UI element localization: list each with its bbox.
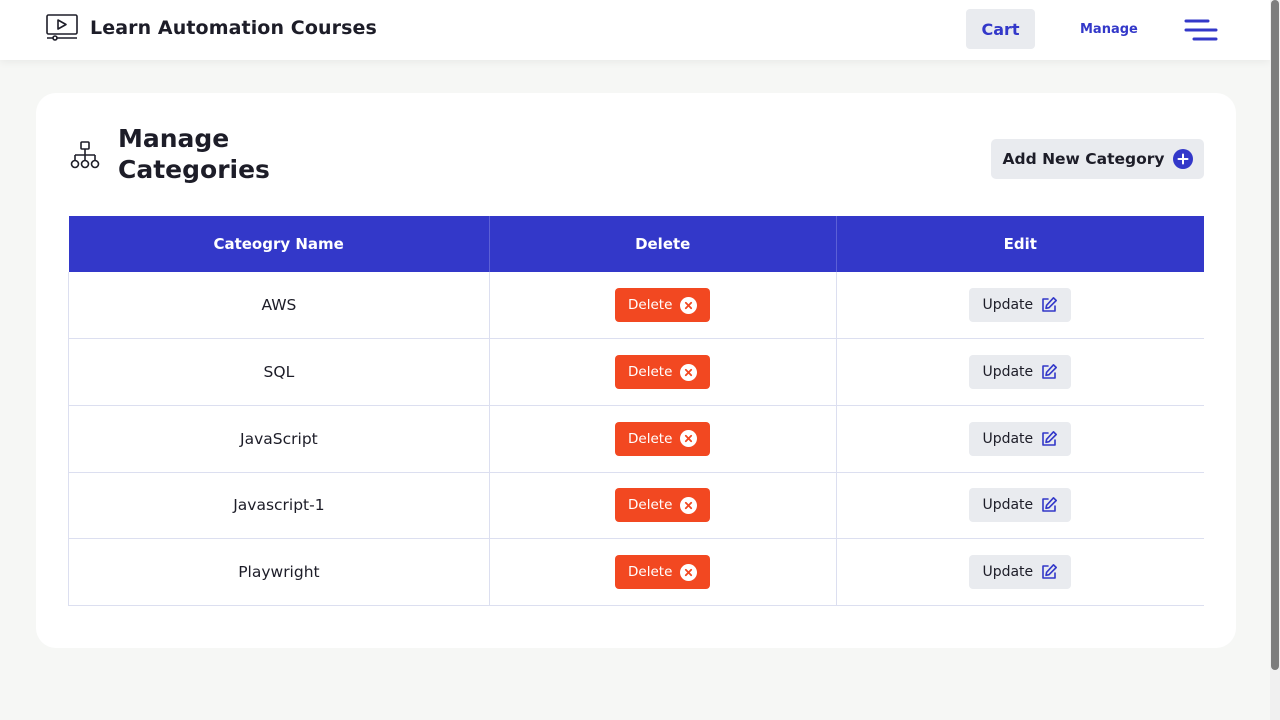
page-title: Manage Categories [118,124,270,184]
category-name-cell: AWS [68,272,490,340]
table-row: AWS Delete Update [68,272,1204,340]
delete-label: Delete [628,430,673,447]
edit-icon [1042,497,1058,513]
categories-table: Cateogry Name Delete Edit AWS Delete Upd… [68,216,1204,606]
delete-button[interactable]: Delete [615,555,711,590]
update-button[interactable]: Update [969,488,1072,523]
close-circle-icon [680,563,698,581]
table-row: JavaScript Delete Update [68,405,1204,473]
cart-button[interactable]: Cart [966,9,1035,49]
edit-cell: Update [836,472,1204,540]
table-header-row: Cateogry Name Delete Edit [68,216,1204,272]
edit-icon [1042,364,1058,379]
delete-label: Delete [628,564,673,581]
column-header-edit: Edit [836,216,1204,272]
video-screen-icon [46,14,78,41]
category-name-cell: Playwright [68,538,490,606]
delete-cell: Delete [489,472,837,540]
delete-cell: Delete [489,538,837,606]
delete-button[interactable]: Delete [615,355,711,390]
table-row: Playwright Delete Update [68,538,1204,606]
plus-circle-icon [1172,149,1193,169]
update-button[interactable]: Update [969,288,1072,323]
update-button[interactable]: Update [969,421,1072,456]
close-circle-icon [680,430,698,448]
category-name-cell: SQL [68,338,490,406]
page-scrollbar[interactable] [1270,0,1280,720]
hamburger-menu-icon[interactable] [1184,18,1218,42]
brand[interactable]: Learn Automation Courses [46,14,377,42]
brand-title: Learn Automation Courses [90,17,377,39]
delete-label: Delete [628,297,673,314]
manage-categories-card: Manage Categories Add New Category Cateo… [36,93,1236,648]
delete-cell: Delete [489,405,837,473]
add-new-category-label: Add New Category [1002,150,1165,168]
delete-label: Delete [628,364,673,381]
edit-cell: Update [836,338,1204,406]
update-label: Update [982,297,1034,314]
edit-cell: Update [836,405,1204,473]
category-name-cell: JavaScript [68,405,490,473]
delete-button[interactable]: Delete [615,288,711,323]
update-label: Update [982,497,1034,514]
delete-cell: Delete [489,272,837,340]
manage-link[interactable]: Manage [1080,22,1138,37]
close-circle-icon [680,496,698,514]
update-label: Update [982,430,1034,447]
column-header-name: Cateogry Name [68,216,490,272]
edit-icon [1042,430,1058,446]
delete-label: Delete [628,497,673,514]
delete-button[interactable]: Delete [615,488,711,523]
update-label: Update [982,564,1034,581]
edit-cell: Update [836,538,1204,606]
top-navbar: Learn Automation Courses Cart Manage [0,0,1270,60]
column-header-delete: Delete [489,216,837,272]
add-new-category-button[interactable]: Add New Category [991,139,1204,179]
hierarchy-icon [70,141,100,169]
close-circle-icon [680,296,698,314]
scrollbar-thumb[interactable] [1271,0,1279,670]
category-name-cell: Javascript-1 [68,472,490,540]
edit-icon [1042,564,1058,579]
update-button[interactable]: Update [969,555,1072,590]
edit-cell: Update [836,272,1204,340]
table-row: Javascript-1 Delete Update [68,472,1204,540]
delete-cell: Delete [489,338,837,406]
close-circle-icon [680,363,698,381]
update-label: Update [982,364,1034,381]
delete-button[interactable]: Delete [615,421,711,456]
edit-icon [1042,297,1058,312]
table-row: SQL Delete Update [68,338,1204,406]
update-button[interactable]: Update [969,355,1072,390]
